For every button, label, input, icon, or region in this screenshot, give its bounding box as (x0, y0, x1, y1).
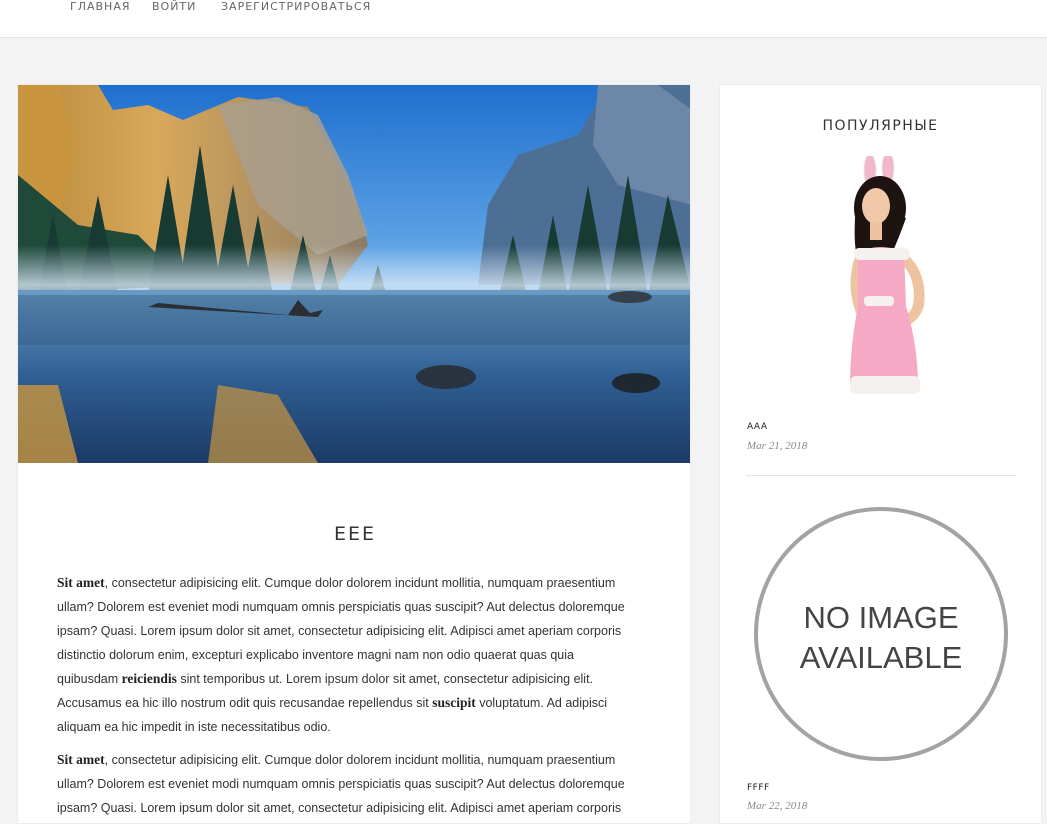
post-paragraph: Sit amet, consectetur adipisicing elit. … (57, 752, 625, 815)
nav-home-link[interactable]: ГЛАВНАЯ (70, 0, 131, 14)
nav-login-link[interactable]: ВОЙТИ (152, 0, 196, 14)
no-image-text-line2: AVAILABLE (800, 640, 963, 675)
post-body: Sit amet, consectetur adipisicing elit. … (57, 571, 637, 823)
nav-register-link[interactable]: ЗАРЕГИСТРИРОВАТЬСЯ (221, 0, 371, 14)
sidebar-title: ПОПУЛЯРНЫЕ (822, 118, 939, 134)
top-navigation: ГЛАВНАЯ ВОЙТИ ЗАРЕГИСТРИРОВАТЬСЯ (0, 0, 1047, 38)
post-title: EEE (333, 523, 376, 545)
post-paragraph: Sit amet, consectetur adipisicing elit. … (57, 575, 625, 734)
popular-item-date: Mar 22, 2018 (747, 800, 808, 812)
no-image-text-line1: NO IMAGE (803, 600, 958, 635)
divider (746, 475, 1016, 476)
post-card: EEE Sit amet, consectetur adipisicing el… (17, 84, 691, 824)
popular-item-date: Mar 21, 2018 (747, 440, 808, 452)
post-hero-image[interactable] (18, 85, 691, 463)
popular-item-title[interactable]: FFFF (747, 783, 770, 793)
no-image-placeholder[interactable]: NO IMAGE AVAILABLE (753, 506, 1009, 762)
popular-item-image[interactable] (746, 156, 1016, 406)
popular-item-title[interactable]: AAA (747, 422, 767, 432)
popular-sidebar: ПОПУЛЯРНЫЕ AAA Mar 21, 2018 NO IMAGE AVA… (719, 84, 1042, 824)
